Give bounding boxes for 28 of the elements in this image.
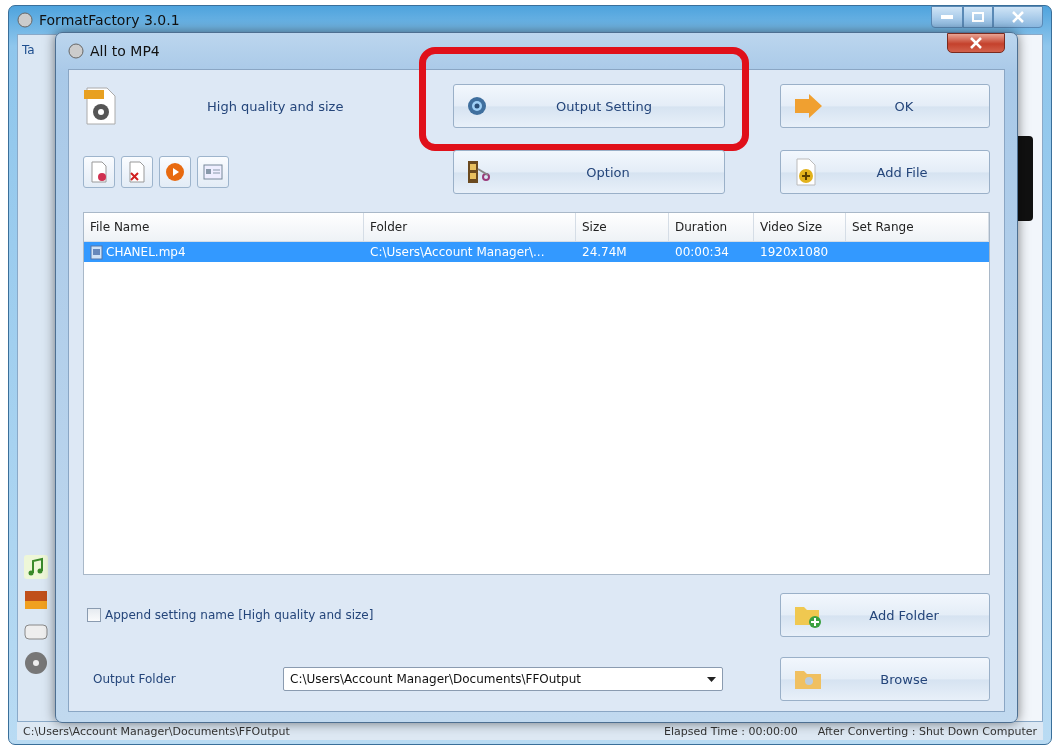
table-cell-text: 00:00:34	[674, 244, 730, 261]
dialog-button[interactable]: Option	[453, 150, 725, 194]
append-setting-checkbox[interactable]: Append setting name [High quality and size]	[83, 608, 778, 622]
output-path-text: C:\Users\Account Manager\Documents\FFOutput	[23, 724, 290, 738]
dialog-button[interactable]: Add File	[780, 150, 990, 194]
elapsed-time-text: Elapsed Time : 00:00:00	[664, 724, 798, 738]
table-cell-text: 1920x1080	[759, 244, 830, 261]
output-folder-dropdown[interactable]: C:\Users\Account Manager\Documents\FFOutput	[283, 667, 723, 691]
add-folder-button[interactable]: Add Folder	[780, 593, 990, 637]
dialog-button[interactable]: Output Setting	[453, 84, 725, 128]
browse-button[interactable]: Browse	[780, 657, 990, 701]
checkbox-label: Append setting name [High quality and size]	[105, 608, 374, 622]
profile-text: High quality and size	[207, 98, 344, 114]
table-cell-text: 24.74M	[581, 244, 628, 261]
tab-label[interactable]: Ta	[18, 43, 58, 57]
table-cell: CHANEL.mp4	[84, 242, 364, 262]
column-header[interactable]: Size	[576, 213, 669, 241]
ok-button[interactable]: OK	[780, 84, 990, 128]
output-folder-label: Output Folder	[92, 672, 177, 686]
column-header[interactable]: Folder	[364, 213, 576, 241]
column-header[interactable]: Video Size	[754, 213, 846, 241]
column-header[interactable]: File Name	[84, 213, 364, 241]
column-header[interactable]: Duration	[669, 213, 754, 241]
column-header[interactable]: Set Range	[846, 213, 989, 241]
after-converting-text: After Converting : Shut Down Computer	[817, 724, 1037, 738]
dialog-title: All to MP4	[90, 43, 160, 59]
table-cell-text: C:\Users\Account Manager\...	[369, 244, 546, 261]
window-title: FormatFactory 3.0.1	[39, 12, 180, 28]
